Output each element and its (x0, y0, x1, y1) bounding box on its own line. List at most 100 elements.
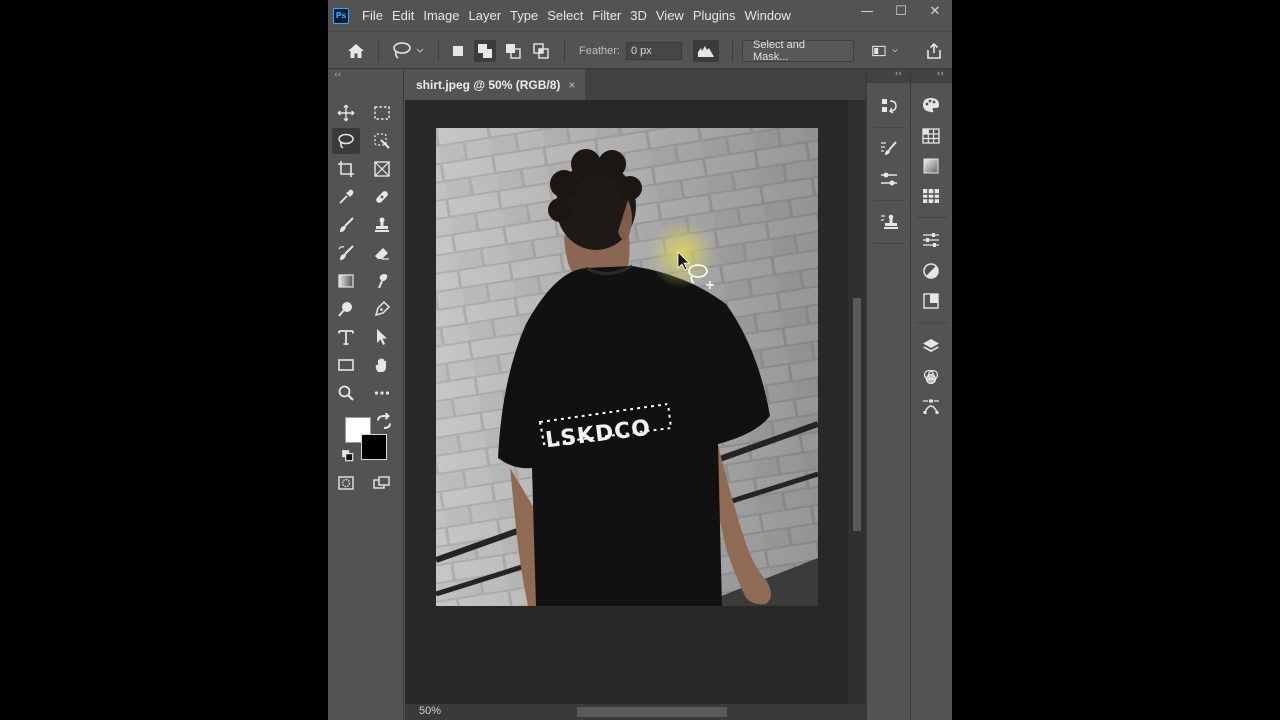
move-icon (337, 104, 355, 122)
brushes-panel-button[interactable] (875, 166, 903, 192)
panel-collapse-button[interactable]: ‹‹ (867, 69, 910, 83)
clone-source-panel-button[interactable] (875, 209, 903, 235)
subtract-from-selection-button[interactable] (502, 32, 524, 70)
photoshop-logo-icon: Ps (333, 7, 349, 24)
patterns-icon (923, 189, 939, 203)
zoom-level[interactable]: 50% (419, 705, 441, 717)
toolbar-collapse-button[interactable]: ‹‹ (334, 70, 341, 80)
document-canvas-image[interactable]: LSKDCO (436, 128, 818, 606)
path-selection-tool[interactable] (368, 324, 396, 350)
document-tab[interactable]: shirt.jpeg @ 50% (RGB/8) × (405, 69, 585, 100)
lasso-tool[interactable] (332, 128, 360, 154)
crop-tool[interactable] (332, 156, 360, 182)
swap-colors-button[interactable] (375, 413, 393, 431)
adjustments-circle-icon (923, 263, 939, 279)
frame-icon (374, 161, 390, 177)
menu-edit[interactable]: Edit (392, 8, 414, 23)
intersect-selection-button[interactable] (530, 32, 552, 70)
tool-preset-picker[interactable] (386, 32, 428, 70)
menu-plugins[interactable]: Plugins (693, 8, 736, 23)
chevron-down-icon (416, 48, 423, 53)
home-button[interactable] (342, 32, 370, 70)
screen-mode-icon (373, 476, 390, 489)
share-button[interactable] (922, 32, 946, 70)
pen-tool[interactable] (368, 296, 396, 322)
swap-arrows-icon (377, 413, 391, 429)
clone-stamp-tool[interactable] (368, 212, 396, 238)
eraser-tool[interactable] (368, 240, 396, 266)
vertical-scrollbar[interactable] (847, 100, 866, 704)
rectangle-icon (338, 359, 354, 371)
history-panel-button[interactable] (875, 93, 903, 119)
close-window-button[interactable]: ✕ (918, 0, 952, 22)
restore-button[interactable]: ☐ (884, 0, 918, 22)
zoom-tool[interactable] (332, 380, 360, 406)
arrange-documents-button[interactable] (872, 32, 898, 70)
anti-alias-icon (698, 46, 714, 57)
window-controls: — ☐ ✕ (850, 0, 952, 22)
frame-tool[interactable] (368, 156, 396, 182)
dodge-tool[interactable] (332, 296, 360, 322)
history-brush-tool[interactable] (332, 240, 360, 266)
paths-panel-button[interactable] (917, 394, 945, 420)
healing-brush-tool[interactable] (368, 184, 396, 210)
share-icon (927, 42, 941, 59)
eyedropper-tool[interactable] (332, 184, 360, 210)
default-colors-button[interactable] (341, 449, 355, 463)
move-tool[interactable] (332, 100, 360, 126)
stamp-icon (375, 217, 389, 232)
dodge-icon (338, 302, 352, 317)
layers-panel-button[interactable] (917, 333, 945, 359)
chevron-down-icon (892, 49, 898, 53)
menu-select[interactable]: Select (547, 8, 583, 23)
gradients-panel-button[interactable] (917, 153, 945, 179)
properties-panel-button[interactable] (917, 227, 945, 253)
menu-window[interactable]: Window (744, 8, 790, 23)
add-to-selection-button[interactable] (474, 32, 496, 70)
color-panel-button[interactable] (917, 92, 945, 118)
bandage-icon (376, 191, 388, 203)
libraries-panel-button[interactable] (917, 288, 945, 314)
rectangular-marquee-icon (374, 106, 390, 120)
rectangle-tool[interactable] (332, 352, 360, 378)
brush-tool[interactable] (332, 212, 360, 238)
horizontal-scrollbar-thumb[interactable] (577, 707, 727, 717)
screen-mode-button[interactable] (368, 470, 396, 496)
object-selection-tool[interactable] (368, 128, 396, 154)
new-selection-button[interactable] (447, 32, 469, 70)
type-tool[interactable] (332, 324, 360, 350)
history-icon (882, 99, 897, 114)
brush-settings-panel-button[interactable] (875, 136, 903, 162)
panel-dock-collapsed: ‹‹ (866, 69, 910, 720)
menu-layer[interactable]: Layer (469, 8, 502, 23)
channels-panel-button[interactable] (917, 364, 945, 390)
marquee-tool[interactable] (368, 100, 396, 126)
menu-type[interactable]: Type (510, 8, 538, 23)
vertical-scrollbar-thumb[interactable] (853, 298, 861, 531)
adjustments-panel-button[interactable] (917, 258, 945, 284)
menu-filter[interactable]: Filter (592, 8, 621, 23)
smudge-tool[interactable] (368, 268, 396, 294)
background-color-swatch[interactable] (361, 434, 387, 460)
close-tab-button[interactable]: × (568, 78, 575, 92)
options-separator (564, 40, 565, 62)
brush-settings-icon (881, 141, 897, 155)
magnifier-icon (338, 385, 354, 401)
quick-mask-button[interactable] (332, 470, 360, 496)
swatches-panel-button[interactable] (917, 123, 945, 149)
menu-3d[interactable]: 3D (630, 8, 647, 23)
menu-file[interactable]: File (362, 8, 383, 23)
panel-collapse-button-2[interactable]: ‹‹ (911, 69, 952, 83)
more-tools-button[interactable] (368, 380, 396, 406)
feather-input[interactable]: 0 px (626, 42, 682, 60)
hand-tool[interactable] (368, 352, 396, 378)
minimize-button[interactable]: — (850, 0, 884, 22)
anti-alias-toggle[interactable] (692, 32, 720, 70)
photoshop-window: Ps File Edit Image Layer Type Select Fil… (328, 0, 952, 720)
patterns-panel-button[interactable] (917, 183, 945, 209)
menu-view[interactable]: View (656, 8, 684, 23)
menu-image[interactable]: Image (423, 8, 459, 23)
select-and-mask-button[interactable]: Select and Mask... (742, 39, 854, 63)
gradient-tool[interactable] (332, 268, 360, 294)
home-icon (348, 44, 364, 58)
